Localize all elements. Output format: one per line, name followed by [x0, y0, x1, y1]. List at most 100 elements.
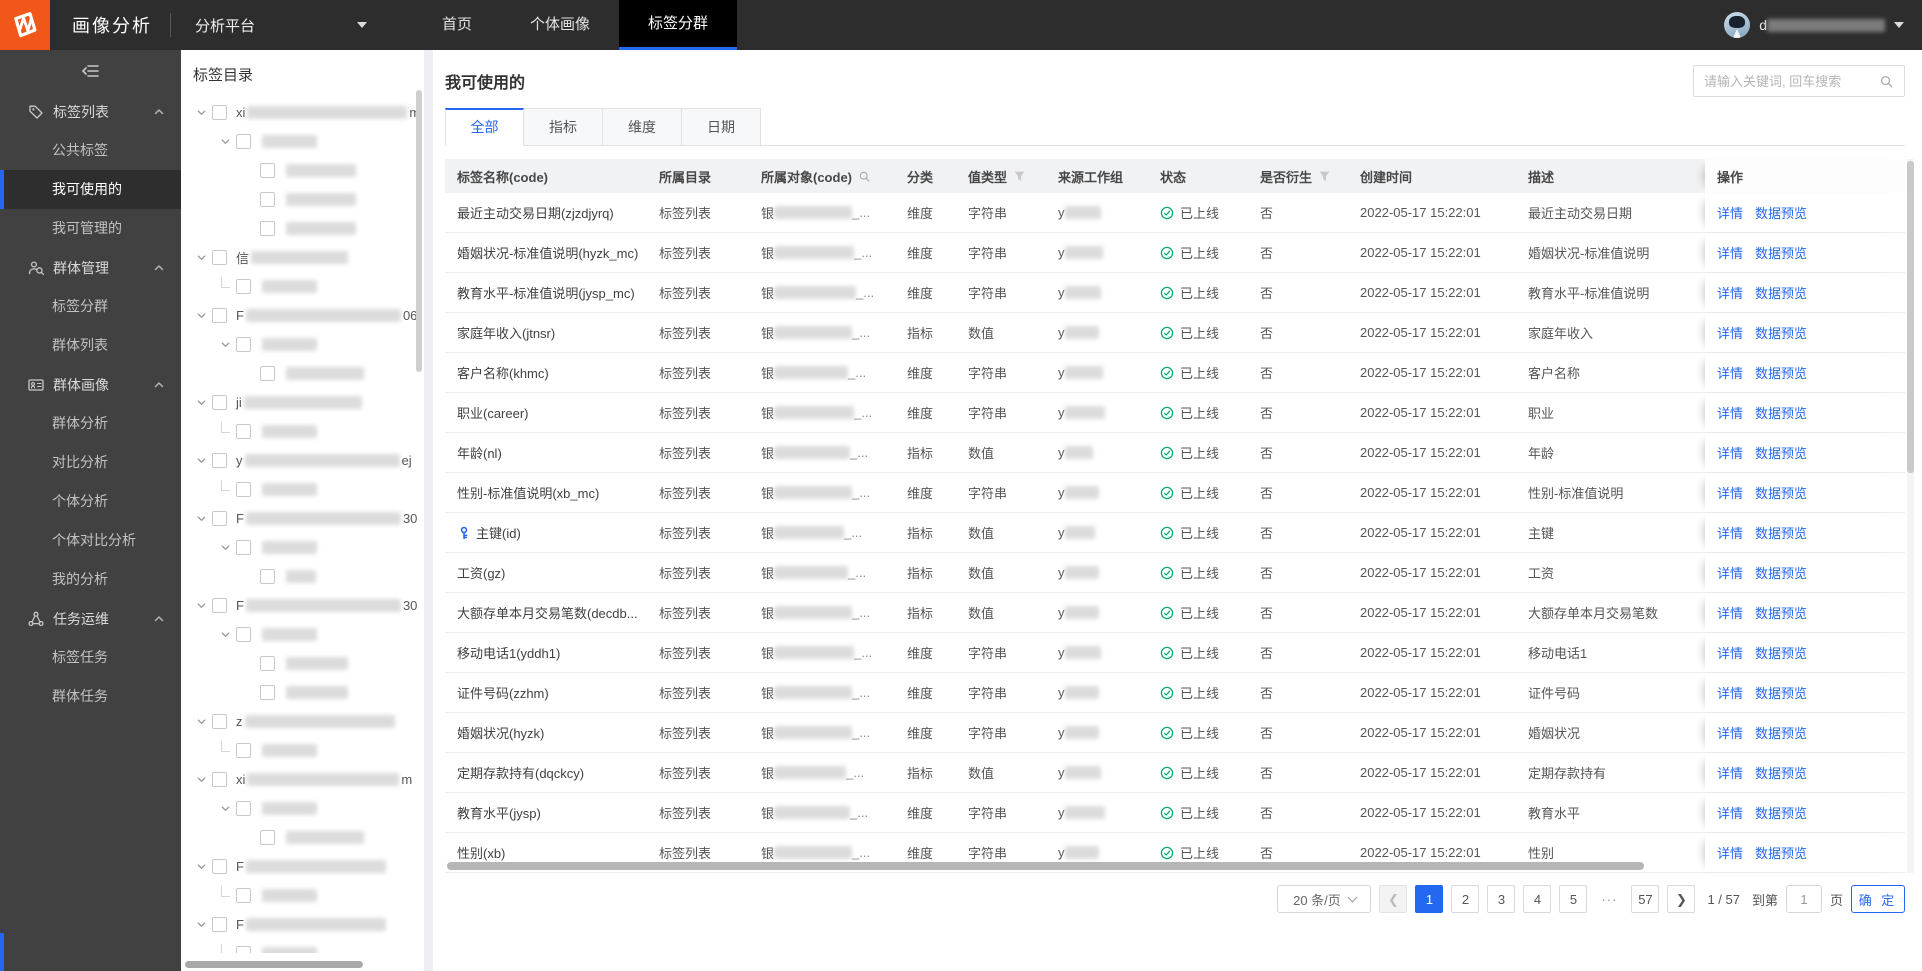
detail-link[interactable]: 详情 [1717, 763, 1743, 782]
tree-checkbox[interactable] [236, 888, 251, 903]
data-preview-link[interactable]: 数据预览 [1755, 763, 1807, 782]
tree-node[interactable] [193, 794, 424, 823]
tree-node[interactable] [193, 185, 424, 214]
tab[interactable]: 维度 [603, 108, 682, 146]
table-row[interactable]: 家庭年收入(jtnsr) 标签列表 银 _... 指标 数值 y 已上线 否 20… [445, 313, 1905, 353]
page-number-button[interactable]: 3 [1487, 885, 1516, 913]
detail-link[interactable]: 详情 [1717, 243, 1743, 262]
tree-checkbox[interactable] [260, 163, 275, 178]
sidebar-item[interactable]: 个体对比分析 [0, 521, 181, 560]
table-vertical-scrollbar[interactable] [1907, 159, 1914, 873]
tree-expand-icon[interactable] [196, 600, 207, 611]
search-icon[interactable] [1879, 74, 1894, 89]
detail-link[interactable]: 详情 [1717, 523, 1743, 542]
detail-link[interactable]: 详情 [1717, 443, 1743, 462]
sidebar-group-header[interactable]: 标签列表 [0, 92, 181, 131]
app-logo[interactable] [0, 0, 50, 50]
table-column-header[interactable]: 是否衍生 [1248, 159, 1348, 193]
table-row[interactable]: 最近主动交易日期(zjzdjyrq) 标签列表 银 _... 维度 字符串 y 已… [445, 193, 1905, 233]
table-row[interactable]: 职业(career) 标签列表 银 _... 维度 字符串 y 已上线 否 202… [445, 393, 1905, 433]
tree-node[interactable] [193, 330, 424, 359]
tree-expand-icon[interactable] [196, 513, 207, 524]
tree-checkbox[interactable] [212, 511, 227, 526]
sidebar-collapse-button[interactable] [0, 50, 181, 92]
tab[interactable]: 指标 [524, 108, 603, 146]
tree-checkbox[interactable] [260, 656, 275, 671]
tree-node[interactable] [193, 475, 424, 504]
tree-checkbox[interactable] [236, 134, 251, 149]
table-row[interactable]: 证件号码(zzhm) 标签列表 银 _... 维度 字符串 y 已上线 否 202… [445, 673, 1905, 713]
table-row[interactable]: 教育水平(jysp) 标签列表 银 _... 维度 字符串 y 已上线 否 202… [445, 793, 1905, 833]
tree-checkbox[interactable] [212, 395, 227, 410]
tree-checkbox[interactable] [212, 714, 227, 729]
detail-link[interactable]: 详情 [1717, 723, 1743, 742]
page-number-button[interactable]: ··· [1595, 885, 1623, 913]
sidebar-item[interactable]: 标签分群 [0, 287, 181, 326]
table-horizontal-scrollbar[interactable] [447, 862, 1645, 870]
tree-node[interactable]: 信 [193, 243, 424, 272]
tree-node[interactable]: F 30 [193, 591, 424, 620]
tree-checkbox[interactable] [212, 772, 227, 787]
page-number-button[interactable]: 5 [1559, 885, 1588, 913]
tree-checkbox[interactable] [260, 685, 275, 700]
sidebar-item[interactable]: 公共标签 [0, 131, 181, 170]
tree-expand-icon[interactable] [196, 397, 207, 408]
top-nav-item[interactable]: 标签分群 [619, 0, 738, 50]
tree-node[interactable] [193, 649, 424, 678]
detail-link[interactable]: 详情 [1717, 603, 1743, 622]
tree-node[interactable]: F 06 [193, 301, 424, 330]
tree-node[interactable]: y ej [193, 446, 424, 475]
table-column-header[interactable]: 来源工作组 [1046, 159, 1148, 193]
confirm-button[interactable]: 确 定 [1851, 885, 1905, 913]
tree-node[interactable] [193, 272, 424, 301]
tree-checkbox[interactable] [260, 221, 275, 236]
detail-link[interactable]: 详情 [1717, 363, 1743, 382]
tree-checkbox[interactable] [212, 308, 227, 323]
detail-link[interactable]: 详情 [1717, 283, 1743, 302]
data-preview-link[interactable]: 数据预览 [1755, 323, 1807, 342]
data-preview-link[interactable]: 数据预览 [1755, 563, 1807, 582]
tree-node[interactable] [193, 736, 424, 765]
tree-expand-icon[interactable] [196, 455, 207, 466]
platform-dropdown[interactable]: 分析平台 [195, 15, 367, 36]
table-row[interactable]: 性别-标准值说明(xb_mc) 标签列表 银 _... 维度 字符串 y 已上线 … [445, 473, 1905, 513]
tree-node[interactable] [193, 214, 424, 243]
tree-node[interactable] [193, 678, 424, 707]
table-column-header[interactable]: 标签名称(code) [445, 159, 647, 193]
tree-checkbox[interactable] [212, 453, 227, 468]
tree-node[interactable] [193, 939, 424, 953]
tree-checkbox[interactable] [236, 946, 251, 953]
data-preview-link[interactable]: 数据预览 [1755, 483, 1807, 502]
table-row[interactable]: 主键(id) 标签列表 银 _... 指标 数值 y 已上线 否 2022-05-… [445, 513, 1905, 553]
tree-checkbox[interactable] [236, 279, 251, 294]
data-preview-link[interactable]: 数据预览 [1755, 523, 1807, 542]
page-number-button[interactable]: 57 [1631, 885, 1660, 913]
data-preview-link[interactable]: 数据预览 [1755, 803, 1807, 822]
tree-node[interactable]: z [193, 707, 424, 736]
data-preview-link[interactable]: 数据预览 [1755, 683, 1807, 702]
tree-node[interactable] [193, 127, 424, 156]
tree-node[interactable]: xi m [193, 98, 424, 127]
data-preview-link[interactable]: 数据预览 [1755, 363, 1807, 382]
next-page-button[interactable]: ❯ [1667, 885, 1696, 913]
data-preview-link[interactable]: 数据预览 [1755, 403, 1807, 422]
tree-expand-icon[interactable] [196, 252, 207, 263]
detail-link[interactable]: 详情 [1717, 843, 1743, 862]
tree-checkbox[interactable] [212, 917, 227, 932]
tree-expand-icon[interactable] [220, 629, 231, 640]
sidebar-item[interactable]: 群体列表 [0, 326, 181, 365]
tree-node[interactable] [193, 823, 424, 852]
page-number-button[interactable]: 2 [1451, 885, 1480, 913]
prev-page-button[interactable]: ❮ [1379, 885, 1408, 913]
tree-node[interactable] [193, 881, 424, 910]
page-number-button[interactable]: 4 [1523, 885, 1552, 913]
tree-node[interactable] [193, 417, 424, 446]
tab[interactable]: 日期 [682, 108, 761, 146]
tree-node[interactable] [193, 562, 424, 591]
table-column-header[interactable]: 分类 [895, 159, 956, 193]
tree-node[interactable] [193, 620, 424, 649]
sidebar-scroll-indicator[interactable] [0, 933, 4, 971]
tree-node[interactable]: F [193, 910, 424, 939]
tree-node[interactable]: F 30 [193, 504, 424, 533]
tree-node[interactable]: xi m [193, 765, 424, 794]
